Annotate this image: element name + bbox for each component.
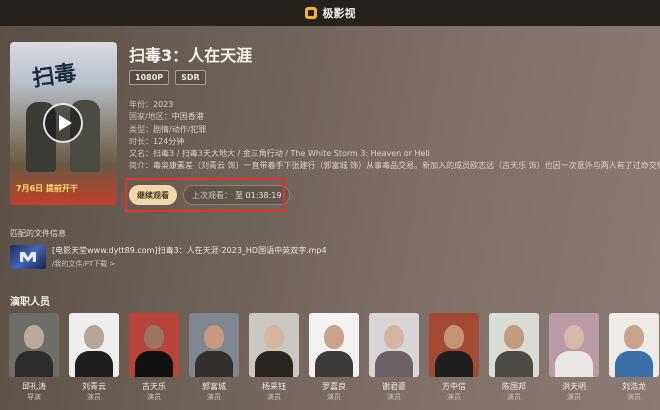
cast-role: 演员 <box>627 393 641 401</box>
cast-role: 演员 <box>507 393 521 401</box>
aka-row: 又名：扫毒3 / 扫毒3天大地大 / 金三角行动 / The White Sto… <box>129 149 430 159</box>
cast-name: 谢君豪 <box>382 382 406 391</box>
app-title: 极影视 <box>322 7 356 20</box>
region-row: 国家/地区：中国香港 <box>129 112 204 122</box>
cast-photo-head <box>444 325 464 349</box>
dynamic-range-tag: SDR <box>175 70 206 85</box>
cast-photo-head <box>144 325 164 349</box>
cast-photo <box>309 313 359 377</box>
cast-member[interactable]: 罗嘉良 演员 <box>309 313 359 402</box>
cast-member[interactable]: 郭富城 演员 <box>189 313 239 402</box>
cast-photo-body <box>135 351 173 377</box>
cast-name: 邱礼涛 <box>22 382 46 391</box>
cast-photo-body <box>555 351 593 377</box>
cast-role: 演员 <box>327 393 341 401</box>
cast-photo <box>489 313 539 377</box>
title-bar: 极影视 <box>0 0 660 26</box>
cast-photo-body <box>375 351 413 377</box>
cast-name: 古天乐 <box>142 382 166 391</box>
cast-photo-body <box>195 351 233 377</box>
cast-role: 演员 <box>387 393 401 401</box>
cast-member[interactable]: 刘浩龙 演员 <box>609 313 659 402</box>
cast-photo-body <box>255 351 293 377</box>
cast-name: 方中信 <box>442 382 466 391</box>
cast-role: 演员 <box>267 393 281 401</box>
cast-member[interactable]: 陈国邦 演员 <box>489 313 539 402</box>
cast-name: 郭富城 <box>202 382 226 391</box>
cast-photo <box>189 313 239 377</box>
cast-member[interactable]: 方中信 演员 <box>429 313 479 402</box>
duration-row: 时长：124分钟 <box>129 136 185 146</box>
cast-member[interactable]: 邱礼涛 导演 <box>9 313 59 402</box>
cast-role: 演员 <box>447 393 461 401</box>
cast-name: 罗嘉良 <box>322 382 346 391</box>
cast-role: 演员 <box>207 393 221 401</box>
cast-role: 演员 <box>567 393 581 401</box>
cast-photo <box>549 313 599 377</box>
poster-title: 扫毒 <box>30 60 78 92</box>
cast-photo-body <box>495 351 533 377</box>
poster-date: 7月6日 提前开干 <box>16 184 78 193</box>
cast-member[interactable]: 古天乐 演员 <box>129 313 179 402</box>
cast-name: 洪天明 <box>562 382 586 391</box>
play-icon[interactable] <box>43 103 83 143</box>
cast-photo-head <box>264 325 284 349</box>
cast-role: 演员 <box>87 393 101 401</box>
cast-photo <box>69 313 119 377</box>
quality-tags: 1080P SDR <box>129 70 206 85</box>
annotation-highlight-box <box>125 178 285 212</box>
file-info-heading: 匹配的文件信息 <box>10 229 66 238</box>
year-row: 年份：2023 <box>129 100 174 109</box>
movie-metadata: 年份：2023 国家/地区：中国香港 类型：剧情/动作/犯罪 时长：124分钟 … <box>129 99 660 173</box>
cast-name: 刘浩龙 <box>622 382 646 391</box>
cast-photo-body <box>315 351 353 377</box>
cast-photo-body <box>435 351 473 377</box>
cast-photo-head <box>624 325 644 349</box>
cast-photo <box>129 313 179 377</box>
cast-list: 邱礼涛 导演 刘青云 演员 古天乐 演员 郭富城 演员 杨采钰 演员 罗嘉良 演员 谢君豪 演员 方中信 演员… <box>9 313 659 402</box>
cast-heading: 演职人员 <box>10 297 50 308</box>
cast-photo-body <box>75 351 113 377</box>
cast-member[interactable]: 洪天明 演员 <box>549 313 599 402</box>
cast-photo-head <box>324 325 344 349</box>
cast-name: 陈国邦 <box>502 382 526 391</box>
cast-role: 演员 <box>147 393 161 401</box>
file-path-link[interactable]: /我的文件/PT下载 > <box>52 259 115 269</box>
cast-photo-head <box>84 325 104 349</box>
cast-photo-head <box>384 325 404 349</box>
cast-member[interactable]: 刘青云 演员 <box>69 313 119 402</box>
cast-photo-body <box>15 351 53 377</box>
cast-photo-body <box>615 351 653 377</box>
resolution-tag: 1080P <box>129 70 170 85</box>
cast-member[interactable]: 杨采钰 演员 <box>249 313 299 402</box>
genre-row: 类型：剧情/动作/犯罪 <box>129 124 207 134</box>
file-thumbnail[interactable] <box>10 245 46 269</box>
cast-photo-head <box>24 325 44 349</box>
cast-photo <box>609 313 659 377</box>
cast-photo-head <box>504 325 524 349</box>
cast-photo <box>429 313 479 377</box>
synopsis-row[interactable]: 简介：毒枭康素差（刘青云 饰）一直带着手下张建行（郭富城 饰）从事毒品交易。新加… <box>129 160 660 172</box>
app-logo-icon <box>304 7 317 19</box>
cast-photo <box>9 313 59 377</box>
movie-title: 扫毒3：人在天涯 <box>129 46 253 65</box>
cast-role: 导演 <box>27 393 41 401</box>
cast-photo-head <box>564 325 584 349</box>
cast-member[interactable]: 谢君豪 演员 <box>369 313 419 402</box>
cast-photo-head <box>204 325 224 349</box>
cast-photo <box>249 313 299 377</box>
cast-name: 杨采钰 <box>262 382 286 391</box>
cast-photo <box>369 313 419 377</box>
file-name[interactable]: [电影天堂www.dytt89.com]扫毒3：人在天涯-2023_HD国语中英… <box>52 245 327 256</box>
cast-name: 刘青云 <box>82 382 106 391</box>
